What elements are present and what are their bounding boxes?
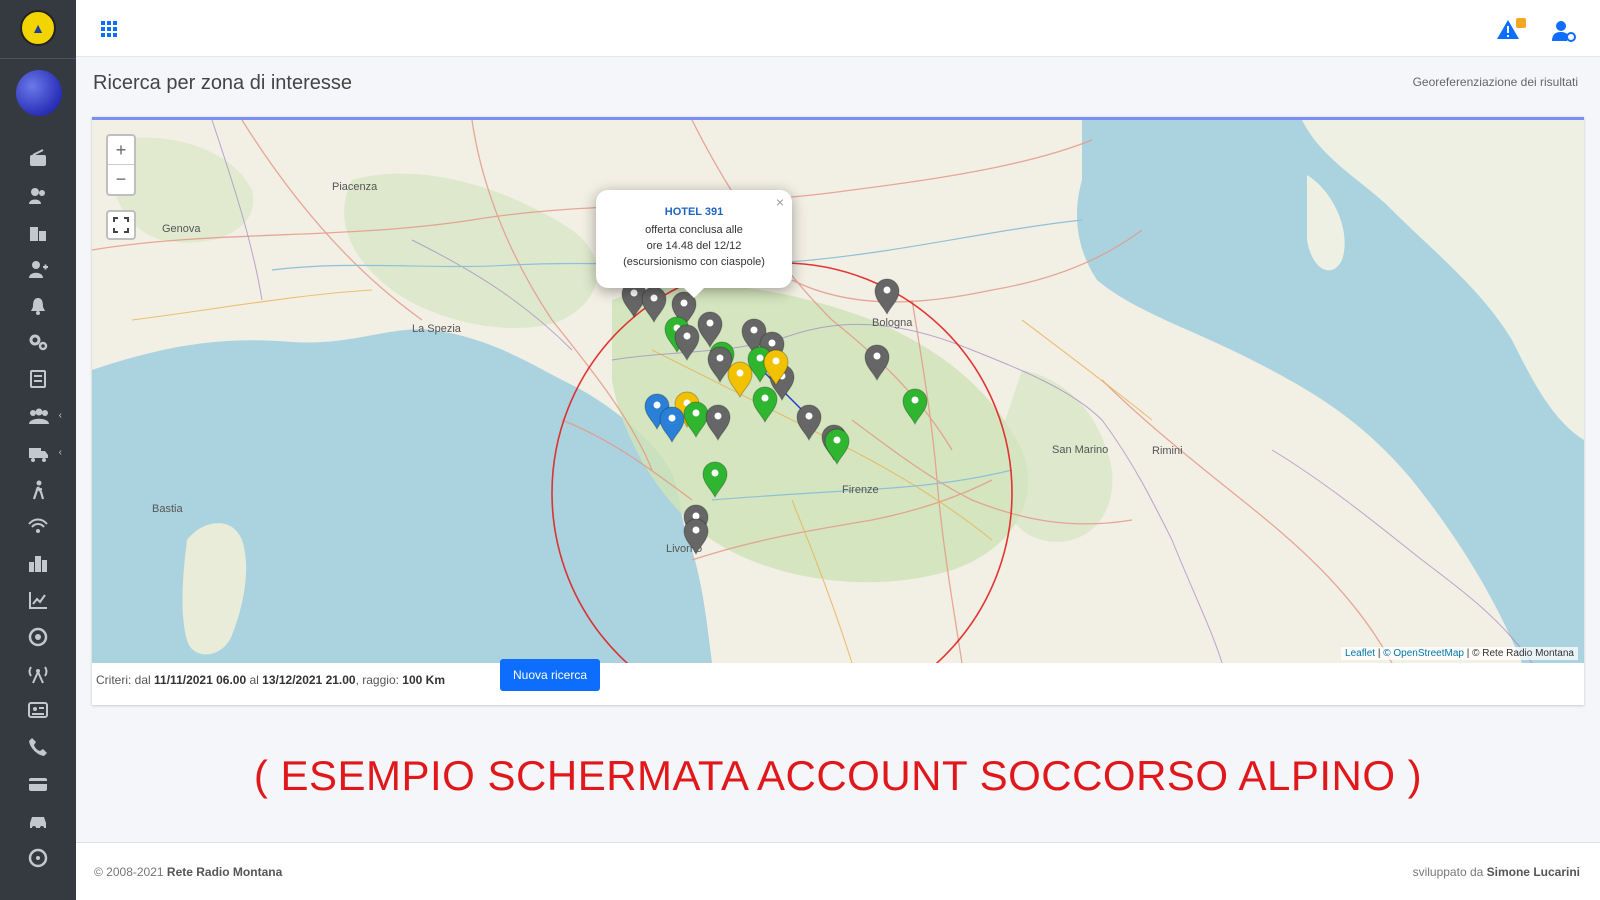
map-label-la-spezia: La Spezia: [412, 323, 462, 335]
sidebar-item-bell[interactable]: [0, 287, 76, 324]
popup-close-button[interactable]: ×: [776, 194, 784, 210]
footer-dev-prefix: sviluppato da: [1412, 865, 1484, 879]
map[interactable]: La Spezia Livorno Firenze San Marino Bol…: [92, 120, 1584, 663]
sidebar-item-person-walking[interactable]: [0, 471, 76, 508]
attribution-sep: |: [1463, 648, 1473, 659]
sidebar-item-target[interactable]: [0, 618, 76, 655]
sidebar-item-buildings[interactable]: [0, 214, 76, 251]
city-icon: [29, 556, 47, 573]
sidebar-item-help[interactable]: [0, 839, 76, 876]
attribution-leaflet-link[interactable]: Leaflet: [1345, 648, 1375, 659]
map-label-piacenza: Piacenza: [332, 181, 378, 193]
avatar[interactable]: [16, 70, 62, 116]
criteria-prefix: Criteri: dal: [96, 673, 151, 687]
marker-popup: × HOTEL 391 offerta conclusa alle ore 14…: [596, 190, 792, 298]
map-label-firenze: Firenze: [842, 484, 879, 496]
help-icon: [28, 848, 48, 867]
footer-org-link[interactable]: Rete Radio Montana: [167, 865, 282, 879]
sidebar-item-user-plus[interactable]: [0, 250, 76, 287]
footer-year: © 2008-2021: [94, 865, 164, 879]
watermark-text: ( ESEMPIO SCHERMATA ACCOUNT SOCCORSO ALP…: [0, 752, 1600, 800]
expand-caret-icon: ‹: [58, 410, 62, 422]
group-icon: [29, 408, 49, 424]
sidebar-item-list[interactable]: [0, 361, 76, 398]
criteria-radius-label: , raggio:: [355, 673, 399, 687]
map-card: La Spezia Livorno Firenze San Marino Bol…: [92, 117, 1584, 705]
new-search-button[interactable]: Nuova ricerca: [500, 659, 600, 691]
bell-icon: [31, 297, 45, 315]
fullscreen-icon: [113, 217, 129, 233]
search-criteria: Criteri: dal 11/11/2021 06.00 al 13/12/2…: [96, 673, 445, 687]
list-icon: [30, 370, 46, 389]
popup-line-2: ore 14.48 del 12/12: [646, 240, 742, 252]
footer: © 2008-2021 Rete Radio Montana sviluppat…: [76, 842, 1600, 900]
map-tiles: La Spezia Livorno Firenze San Marino Bol…: [92, 120, 1584, 663]
criteria-radius: 100 Km: [402, 673, 445, 687]
cogs-icon: [29, 334, 48, 351]
popup-line-3: (escursionismo con ciaspole): [623, 256, 765, 268]
notification-badge: [1516, 18, 1526, 28]
criteria-from: 11/11/2021 06.00: [154, 673, 247, 687]
sidebar-item-cogs[interactable]: [0, 324, 76, 361]
radio-icon: [30, 149, 46, 167]
sidebar-item-car[interactable]: [0, 802, 76, 839]
map-label-bastia: Bastia: [152, 503, 183, 515]
attribution-sep: |: [1375, 648, 1384, 659]
users-icon: [29, 188, 45, 205]
map-label-genova: Genova: [162, 223, 201, 235]
target-icon: [28, 627, 48, 646]
zoom-out-button[interactable]: −: [108, 165, 134, 194]
map-attribution: Leaflet | © OpenStreetMap | © Rete Radio…: [1341, 647, 1578, 660]
sidebar-item-users[interactable]: [0, 177, 76, 214]
truck-icon: [29, 447, 48, 462]
buildings-icon: [30, 226, 46, 241]
chart-icon: [29, 591, 47, 609]
footer-copyright: © 2008-2021 Rete Radio Montana: [94, 865, 282, 879]
map-label-bologna: Bologna: [872, 317, 913, 329]
page-title: Ricerca per zona di interesse: [93, 72, 353, 94]
expand-caret-icon: ‹: [58, 447, 62, 459]
criteria-to: 13/12/2021 21.00: [262, 673, 356, 687]
id-card-icon: [28, 702, 48, 719]
sidebar-item-antenna[interactable]: [0, 655, 76, 692]
watermark-label: ( ESEMPIO SCHERMATA ACCOUNT SOCCORSO ALP…: [253, 752, 1423, 799]
car-icon: [30, 816, 46, 830]
antenna-icon: [28, 665, 48, 683]
sidebar-item-group[interactable]: ‹: [0, 398, 76, 435]
popup-title: HOTEL 391: [664, 206, 724, 218]
attribution-rrm: © Rete Radio Montana: [1472, 648, 1574, 659]
brand-logo[interactable]: ▲: [20, 10, 56, 46]
sidebar-divider: [0, 58, 76, 59]
sidebar-item-radio[interactable]: [0, 140, 76, 177]
fullscreen-button[interactable]: [106, 210, 136, 240]
sidebar-item-truck[interactable]: ‹: [0, 434, 76, 471]
map-label-rimini: Rimini: [1152, 445, 1183, 457]
sidebar-item-city[interactable]: [0, 545, 76, 582]
criteria-mid: al: [249, 673, 259, 687]
sidebar-item-wifi[interactable]: [0, 508, 76, 545]
popup-line-1: offerta conclusa alle: [645, 224, 743, 236]
apps-grid-icon[interactable]: [100, 20, 118, 38]
user-plus-icon: [29, 260, 48, 278]
zoom-in-button[interactable]: +: [108, 136, 134, 165]
sidebar-item-id-card[interactable]: [0, 692, 76, 729]
zoom-control: + −: [106, 134, 136, 196]
breadcrumb: Georeferenziazione dei risultati: [1412, 75, 1578, 89]
user-settings-icon[interactable]: [1552, 20, 1576, 42]
person-walking-icon: [32, 480, 45, 499]
top-navbar: [76, 0, 1600, 57]
sidebar-item-chart[interactable]: [0, 582, 76, 619]
footer-developer: sviluppato da Simone Lucarini: [1413, 865, 1580, 879]
map-label-san-marino: San Marino: [1052, 444, 1108, 456]
wifi-icon: [28, 518, 48, 534]
footer-dev-name: Simone Lucarini: [1486, 865, 1580, 879]
attribution-osm-link[interactable]: © OpenStreetMap: [1383, 648, 1464, 659]
